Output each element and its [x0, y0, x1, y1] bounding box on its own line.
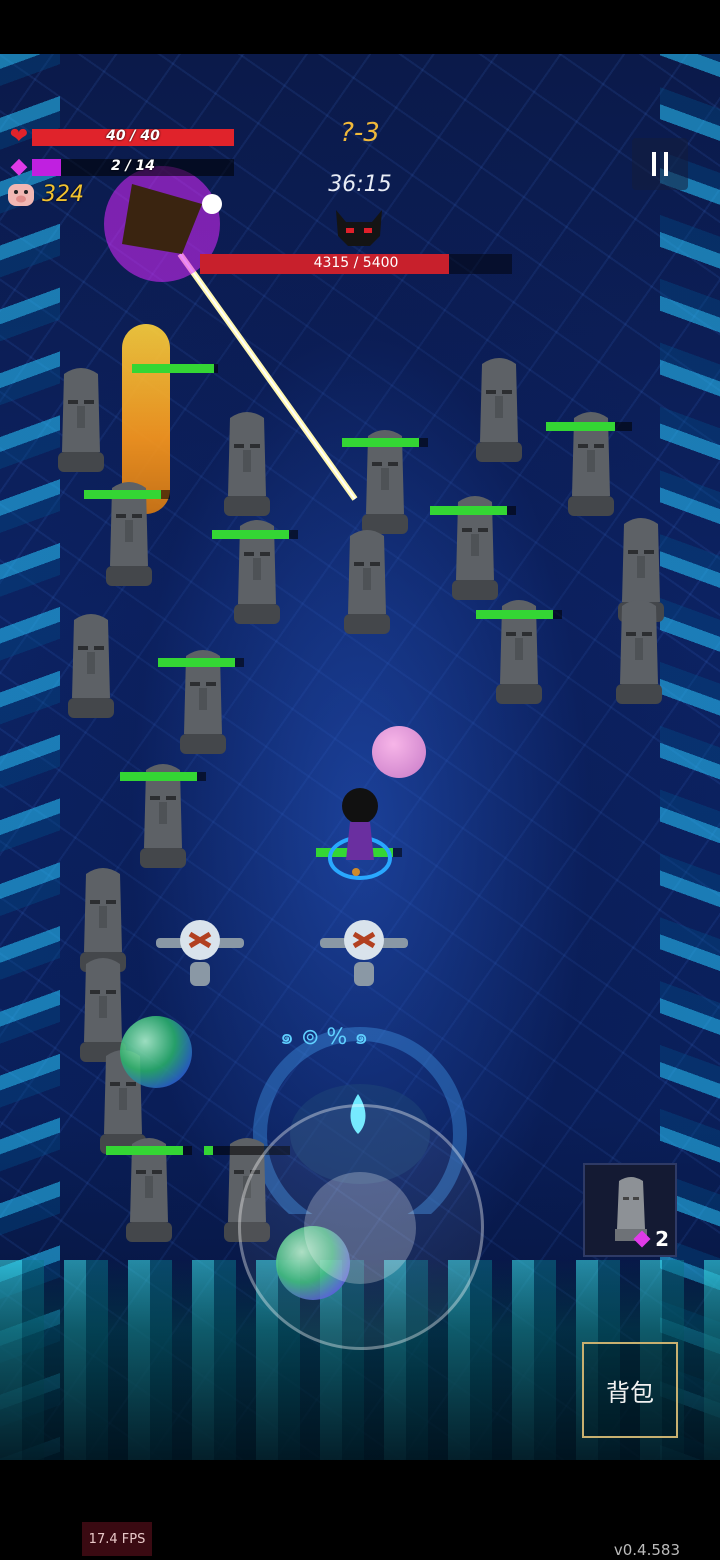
player-character: [328, 788, 392, 880]
pink-ghost-enemy: [372, 726, 426, 778]
enemy-health-fill: [132, 364, 214, 373]
moai-statue-enemy: [476, 358, 522, 462]
enemy-health-fill: [158, 658, 236, 667]
enemy-health-bar: [106, 1146, 192, 1155]
enemy-health-fill: [204, 1146, 213, 1155]
pause-icon: [652, 152, 656, 176]
pause-icon-bar: [664, 152, 668, 176]
boss-health-bar: 4315 / 5400: [200, 254, 512, 274]
rainbow-orb: [120, 1016, 192, 1088]
enemy-health-fill: [430, 506, 508, 515]
skill-cost-value: 2: [655, 1227, 669, 1251]
enemy-health-bar: [158, 658, 244, 667]
bag-button[interactable]: 背包: [582, 1342, 678, 1438]
enemy-health-fill: [546, 422, 615, 431]
enemy-health-fill: [84, 490, 162, 499]
enemy-health-fill: [120, 772, 198, 781]
enemy-health-fill: [212, 530, 290, 539]
version-label: v0.4.583: [613, 1541, 680, 1559]
enemy-health-bar: [476, 610, 562, 619]
moai-statue-enemy: [344, 530, 390, 634]
moai-statue-enemy: [616, 600, 662, 704]
moai-statue-enemy: [58, 368, 104, 472]
enemy-health-bar: [342, 438, 428, 447]
skill-slot-button[interactable]: 2: [583, 1163, 677, 1257]
demon-skull-icon: [336, 210, 382, 246]
stage-timer: 36:15: [328, 172, 392, 197]
svg-text:๑ ⊚ % ๑: ๑ ⊚ % ๑: [280, 1025, 368, 1050]
bag-label: 背包: [606, 1378, 654, 1407]
enemy-health-fill: [342, 438, 420, 447]
enemy-health-fill: [476, 610, 554, 619]
joystick-thumb[interactable]: [304, 1172, 416, 1284]
purple-gem-icon: [633, 1230, 651, 1248]
stage-label: ?-3: [340, 118, 380, 148]
boss-health-text: 4315 / 5400: [313, 255, 399, 271]
crystal-wall-left: [0, 54, 60, 1460]
enemy-health-bar: [212, 530, 298, 539]
enemy-health-bar: [120, 772, 206, 781]
enemy-health-bar: [84, 490, 170, 499]
pause-button[interactable]: [632, 138, 688, 190]
skull-turret-enemy: [320, 920, 408, 986]
skull-turret-enemy: [156, 920, 244, 986]
moai-statue-enemy: [224, 412, 270, 516]
enemy-health-bar: [546, 422, 632, 431]
moai-statue-enemy: [68, 614, 114, 718]
enemy-health-bar: [430, 506, 516, 515]
enemy-health-fill: [106, 1146, 184, 1155]
fps-counter: 17.4 FPS: [82, 1522, 152, 1556]
skill-cost: 2: [633, 1227, 669, 1251]
enemy-health-bar: [132, 364, 218, 373]
